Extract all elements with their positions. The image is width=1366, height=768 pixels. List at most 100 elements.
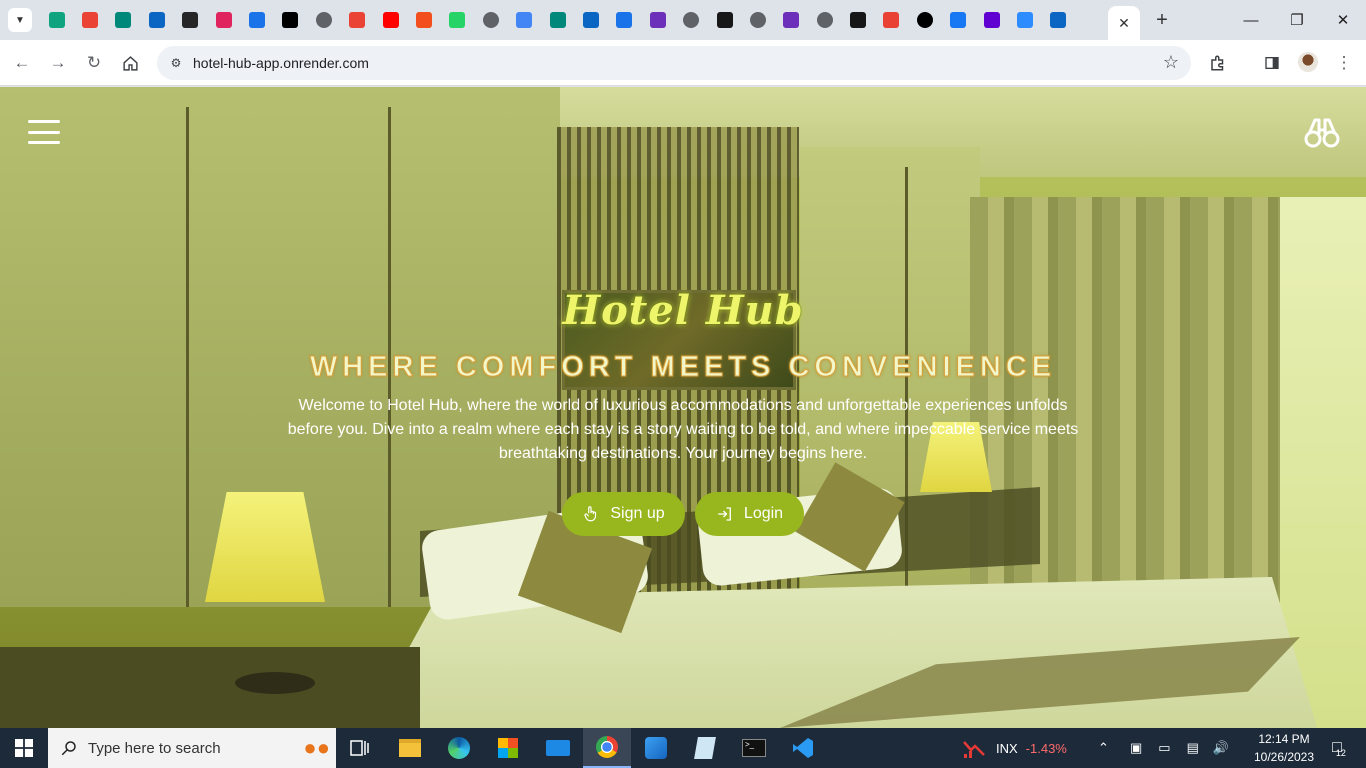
site-logo: Hotel Hub — [562, 287, 804, 334]
hamburger-menu-icon[interactable] — [28, 120, 60, 144]
pinned-tab[interactable] — [441, 0, 474, 40]
pinned-tab[interactable] — [207, 0, 240, 40]
pinned-tabs — [40, 0, 1075, 40]
pinned-tab[interactable] — [374, 0, 407, 40]
pinned-tab[interactable] — [741, 0, 774, 40]
taskbar-search[interactable]: Type here to search ●● — [48, 728, 336, 768]
site-info-icon[interactable]: ⚙ — [167, 54, 185, 72]
edge-app[interactable] — [435, 728, 483, 768]
signup-button[interactable]: Sign up — [562, 492, 685, 536]
network-icon[interactable]: ▤ — [1187, 740, 1199, 756]
app-icon — [616, 12, 633, 28]
clock[interactable]: 12:14 PM 10/26/2023 — [1244, 730, 1324, 766]
browser-menu-button[interactable]: ⋮ — [1332, 51, 1356, 75]
google-meet-icon — [549, 12, 566, 28]
home-button[interactable] — [118, 51, 142, 75]
bookmark-star-icon[interactable]: ☆ — [1163, 52, 1179, 73]
notepad-app[interactable] — [681, 728, 729, 768]
file-explorer-app[interactable] — [386, 728, 434, 768]
pinned-tab[interactable] — [541, 0, 574, 40]
puzzle-icon — [1211, 55, 1224, 71]
pinned-tab[interactable] — [674, 0, 707, 40]
side-panel-button[interactable] — [1260, 51, 1284, 75]
edge-icon — [448, 737, 470, 759]
login-button[interactable]: Login — [695, 492, 804, 536]
pinned-tab[interactable] — [775, 0, 808, 40]
google-meet-icon — [115, 12, 132, 28]
hero-section: Hotel Hub WHERE COMFORT MEETS CONVENIENC… — [0, 87, 1366, 728]
url-text[interactable]: hotel-hub-app.onrender.com — [193, 55, 369, 71]
notepad-icon — [694, 737, 716, 759]
pinned-tab[interactable] — [841, 0, 874, 40]
close-window-button[interactable]: ✕ — [1320, 0, 1366, 40]
arrow-left-icon: ← — [13, 53, 31, 72]
chevron-up-icon[interactable]: ⌃ — [1098, 740, 1112, 756]
linkedin-icon — [582, 12, 599, 28]
pinned-tab[interactable] — [73, 0, 106, 40]
pinned-tab[interactable] — [107, 0, 140, 40]
forward-button[interactable]: → — [46, 51, 70, 75]
battery-icon[interactable]: ▭ — [1158, 740, 1170, 756]
back-button[interactable]: ← — [10, 51, 34, 75]
pinned-tab[interactable] — [908, 0, 941, 40]
close-icon[interactable]: ✕ — [1118, 15, 1130, 32]
pinned-tab[interactable] — [942, 0, 975, 40]
minimize-button[interactable]: — — [1228, 0, 1274, 40]
pinned-tab[interactable] — [608, 0, 641, 40]
terminal-app[interactable]: >_ — [730, 728, 778, 768]
notification-center-button[interactable]: □ 12 — [1324, 728, 1354, 768]
extensions-button[interactable] — [1206, 51, 1230, 75]
system-tray: ⌃ ▣ ▭ ▤ 🔊 — [1098, 728, 1229, 768]
clock-time: 12:14 PM — [1258, 732, 1310, 746]
tab-search-button[interactable]: ▼ — [8, 8, 32, 32]
github-icon — [716, 12, 733, 28]
pinned-tab[interactable] — [140, 0, 173, 40]
restore-icon: ❐ — [1290, 12, 1304, 29]
gmail-icon — [349, 12, 366, 28]
binoculars-icon[interactable] — [1304, 116, 1340, 148]
vscode-app[interactable] — [779, 728, 827, 768]
meet-now-icon[interactable]: ▣ — [1130, 740, 1142, 756]
linkedin-icon — [148, 12, 165, 28]
pinned-tab[interactable] — [1008, 0, 1041, 40]
pinned-tab[interactable] — [574, 0, 607, 40]
pinned-tab[interactable] — [407, 0, 440, 40]
store-app[interactable] — [484, 728, 532, 768]
reload-button[interactable]: ↻ — [82, 51, 106, 75]
pinned-tab[interactable] — [341, 0, 374, 40]
active-tab[interactable]: ✕ — [1108, 6, 1140, 40]
new-tab-button[interactable]: + — [1150, 8, 1174, 32]
pinned-tab[interactable] — [975, 0, 1008, 40]
restore-button[interactable]: ❐ — [1274, 0, 1320, 40]
pinned-tab[interactable] — [474, 0, 507, 40]
pinned-tab[interactable] — [174, 0, 207, 40]
start-button[interactable] — [0, 728, 48, 768]
pinned-tab[interactable] — [708, 0, 741, 40]
pinned-tab[interactable] — [274, 0, 307, 40]
app-icon — [215, 12, 232, 28]
photos-app[interactable] — [632, 728, 680, 768]
browser-toolbar: ← → ↻ ⚙ hotel-hub-app.onrender.com ☆ ⋮ — [0, 40, 1366, 86]
login-icon — [718, 507, 731, 521]
pinned-tab[interactable] — [240, 0, 273, 40]
pinned-tab[interactable] — [641, 0, 674, 40]
windows-icon — [15, 739, 33, 757]
pinned-tab[interactable] — [307, 0, 340, 40]
chrome-app[interactable] — [583, 728, 631, 768]
pinned-tab[interactable] — [1042, 0, 1075, 40]
stock-widget[interactable]: INX -1.43% — [962, 728, 1067, 768]
address-bar[interactable]: ⚙ hotel-hub-app.onrender.com ☆ — [157, 46, 1191, 80]
pinned-tab[interactable] — [875, 0, 908, 40]
profile-avatar[interactable] — [1298, 52, 1318, 72]
zoom-icon — [1017, 12, 1034, 28]
pinned-tab[interactable] — [40, 0, 73, 40]
volume-icon[interactable]: 🔊 — [1213, 740, 1229, 756]
globe-icon — [683, 12, 700, 28]
yahoo-icon — [983, 12, 1000, 28]
pinned-tab[interactable] — [808, 0, 841, 40]
stock-change: -1.43% — [1025, 740, 1067, 756]
youtube-icon — [382, 12, 399, 28]
task-view-button[interactable] — [336, 728, 384, 768]
pinned-tab[interactable] — [507, 0, 540, 40]
mail-app[interactable] — [534, 728, 582, 768]
